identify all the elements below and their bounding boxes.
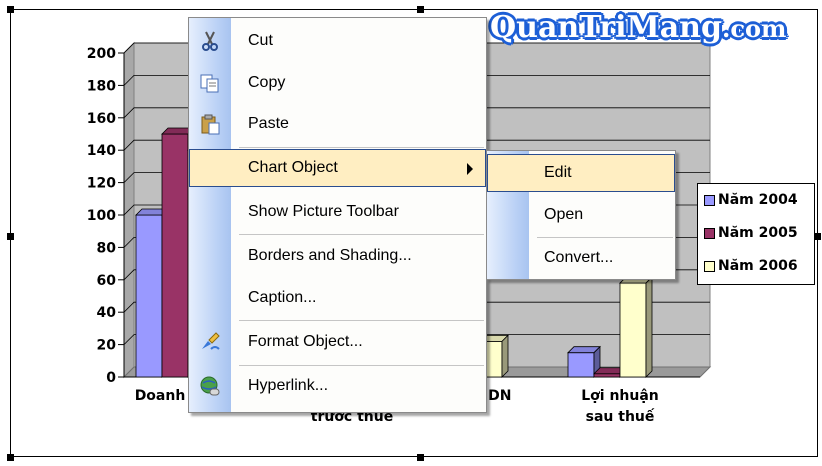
menu-item-caption[interactable]: Caption... (189, 279, 486, 317)
bar-side (645, 276, 653, 378)
menu-item-copy[interactable]: Copy (189, 64, 486, 102)
menu-item-paste[interactable]: Paste (189, 105, 486, 143)
submenu-chart-object: Edit Open Convert... (486, 150, 676, 280)
menu-item-label: Caption... (248, 289, 317, 306)
menu-separator (239, 320, 484, 321)
y-tick-label: 120 (87, 176, 116, 192)
menu-item-label: Open (544, 206, 584, 223)
x-tick-label: Doanh (135, 388, 186, 404)
legend-item: Năm 2005 (704, 225, 798, 241)
watermark-logo: QuanTriMang.com (490, 10, 787, 45)
menu-separator (239, 147, 484, 148)
y-tick-label: 60 (97, 273, 117, 289)
menu-item-format-object[interactable]: Format Object... (189, 323, 486, 361)
menu-item-cut[interactable]: Cut (189, 22, 486, 60)
legend-label: Năm 2005 (718, 225, 798, 241)
y-tick-label: 200 (87, 46, 116, 62)
menu-item-borders-and-shading[interactable]: Borders and Shading... (189, 237, 486, 275)
menu-item-label: Copy (248, 74, 286, 91)
bar (135, 214, 163, 378)
legend-label: Năm 2006 (718, 258, 798, 274)
context-menu: Cut Copy Paste Chart Object Show Picture… (188, 17, 487, 413)
menu-item-show-picture-toolbar[interactable]: Show Picture Toolbar (189, 193, 486, 231)
chart-legend[interactable]: Năm 2004 Năm 2005 Năm 2006 (697, 183, 815, 285)
menu-item-label: Format Object... (248, 333, 363, 350)
menu-item-hyperlink[interactable]: Hyperlink... (189, 367, 486, 405)
legend-swatch (704, 260, 715, 272)
legend-item: Năm 2004 (704, 192, 798, 208)
menu-item-label: Hyperlink... (248, 377, 329, 394)
scissors-icon (198, 29, 222, 53)
menu-separator (239, 365, 484, 366)
bar-side (501, 334, 509, 378)
menu-separator (537, 237, 673, 238)
menu-item-label: Paste (248, 115, 289, 132)
y-tick-label: 160 (87, 111, 116, 127)
format-object-icon (198, 330, 222, 354)
legend-swatch (704, 194, 715, 206)
hyperlink-icon (198, 374, 222, 398)
y-tick-label: 0 (106, 370, 116, 386)
legend-swatch (704, 227, 715, 239)
submenu-item-open[interactable]: Open (487, 196, 675, 234)
menu-item-label: Edit (544, 164, 572, 181)
menu-item-label: Convert... (544, 249, 614, 266)
bar (593, 373, 621, 378)
menu-item-label: Cut (248, 32, 273, 49)
x-tick-label: Lợi nhuận (581, 388, 659, 404)
bar (161, 133, 189, 378)
menu-item-label: Borders and Shading... (248, 247, 412, 264)
menu-item-chart-object[interactable]: Chart Object (189, 149, 486, 187)
y-tick-label: 20 (97, 338, 117, 354)
bar (567, 352, 595, 378)
y-tick-label: 180 (87, 78, 116, 94)
submenu-item-convert[interactable]: Convert... (487, 239, 675, 277)
legend-item: Năm 2006 (704, 258, 798, 274)
menu-item-label: Chart Object (248, 159, 338, 176)
legend-label: Năm 2004 (718, 192, 798, 208)
y-tick-label: 140 (87, 143, 116, 159)
y-tick-label: 80 (97, 240, 117, 256)
bar (619, 282, 647, 378)
menu-item-label: Show Picture Toolbar (248, 203, 399, 220)
menu-separator (239, 234, 484, 235)
paste-icon (198, 112, 222, 136)
copy-icon (198, 71, 222, 95)
submenu-arrow-icon (467, 163, 473, 175)
submenu-item-edit[interactable]: Edit (487, 154, 675, 192)
y-tick-label: 100 (87, 208, 116, 224)
x-tick-label: sau thuế (586, 408, 655, 425)
y-tick-label: 40 (97, 305, 117, 321)
